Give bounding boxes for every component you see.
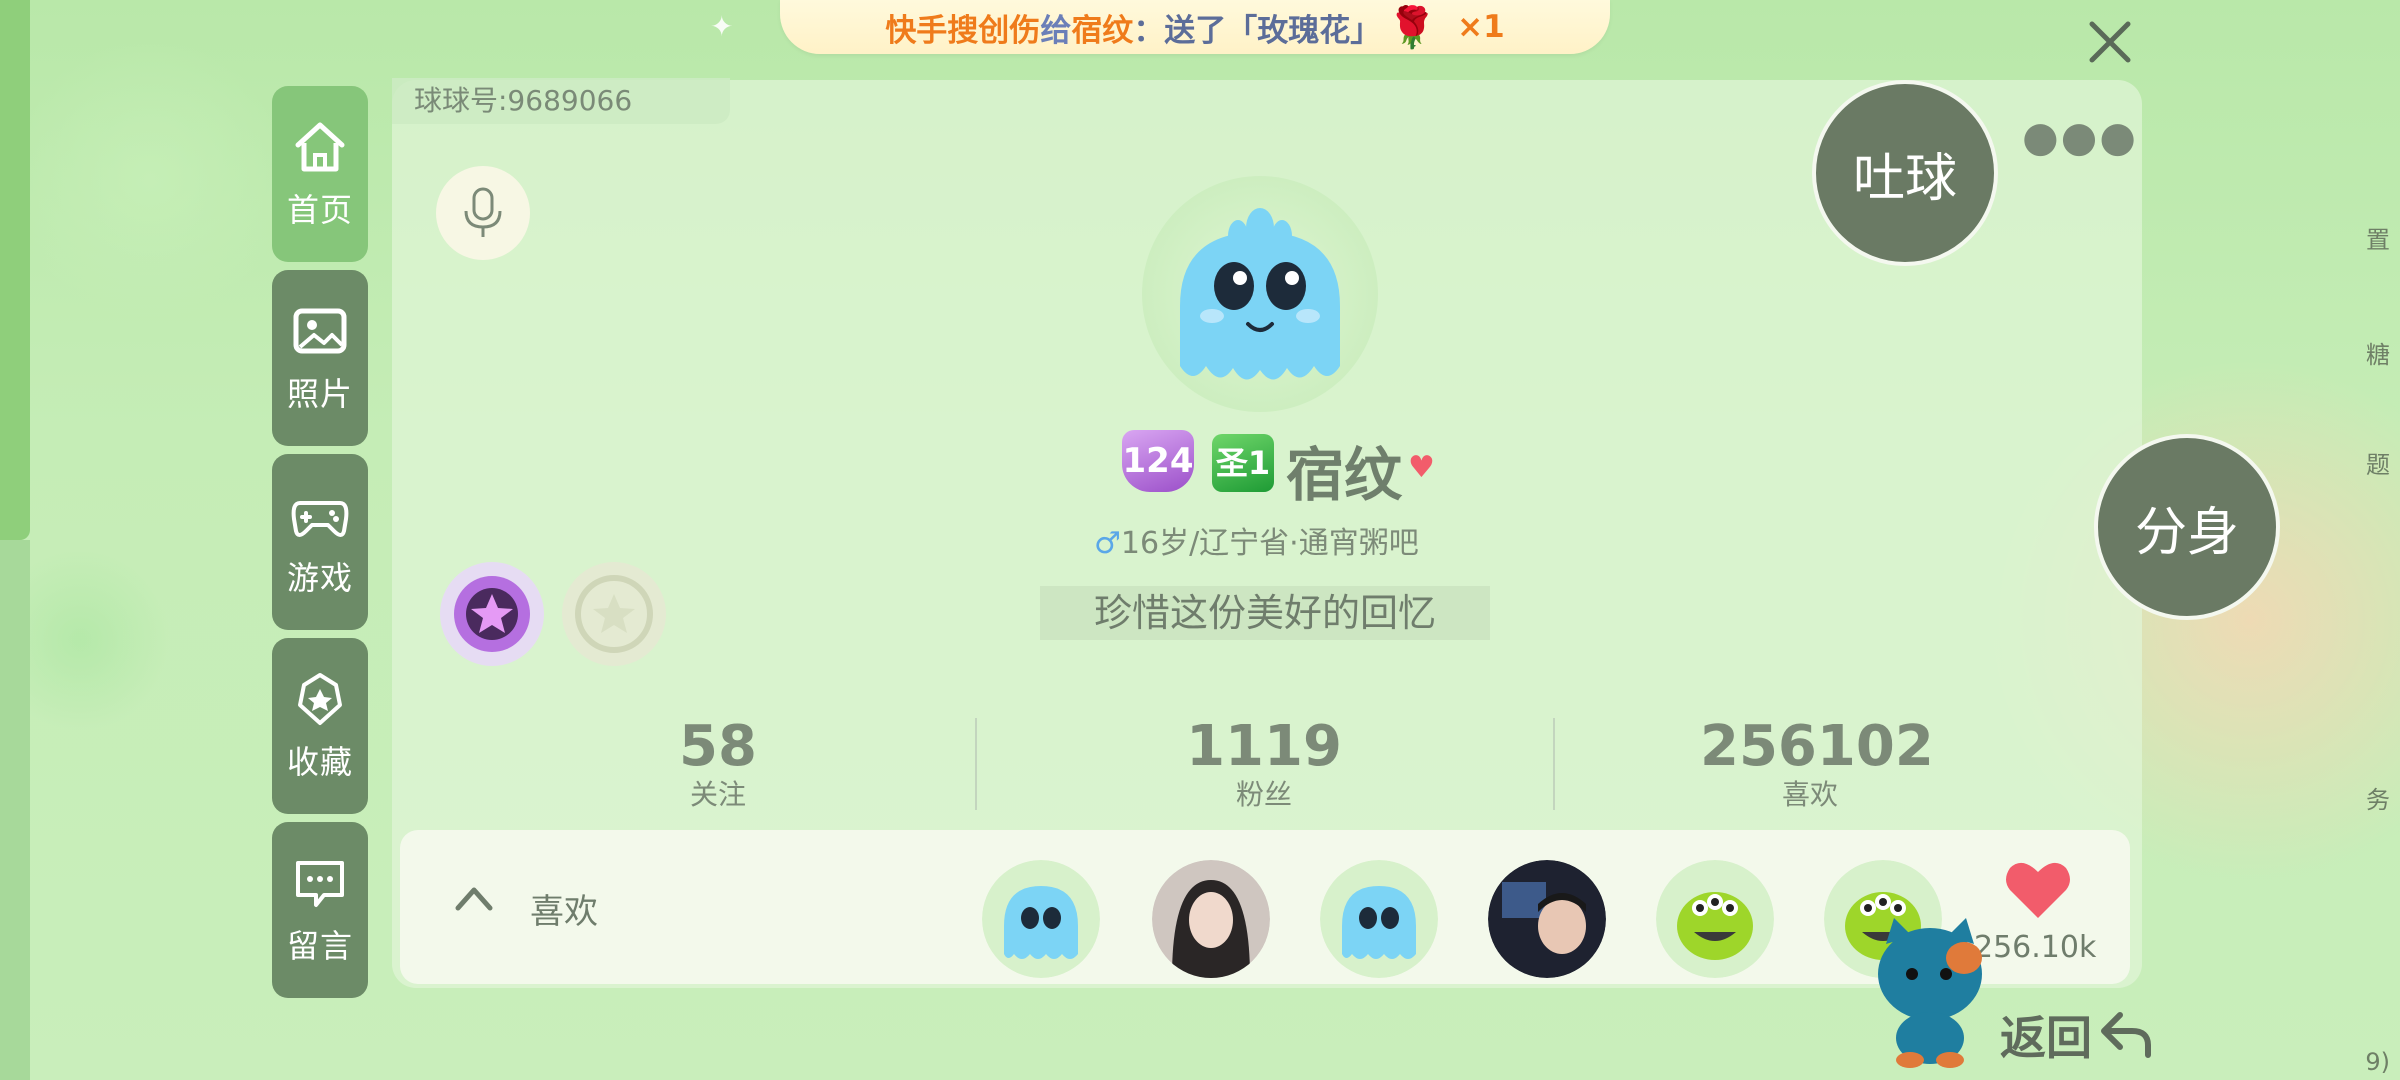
star-medal-icon (454, 576, 530, 652)
sidebar-item-label: 首页 (286, 191, 353, 229)
liker-avatar[interactable] (1152, 860, 1270, 978)
profile-info: ♂16岁/辽宁省·通宵粥吧 (1094, 518, 1419, 562)
divider (975, 718, 977, 810)
medal-badge-locked[interactable] (562, 562, 666, 666)
clone-button[interactable]: 分身 (2094, 434, 2280, 620)
heart-icon (2006, 862, 2070, 918)
sidebar-item-photos[interactable]: 照片 (272, 270, 368, 446)
stat-value: 256102 (1700, 714, 1934, 779)
heart-icon: ♥ (1408, 450, 1435, 485)
voice-button[interactable] (436, 166, 530, 260)
liker-avatar[interactable] (1656, 860, 1774, 978)
background-panel-left-lower (0, 540, 30, 1080)
signature: 珍惜这份美好的回忆 (1040, 586, 1490, 640)
stat-likes[interactable]: 256102 喜欢 (1700, 714, 1934, 812)
medal-badge[interactable] (440, 562, 544, 666)
home-icon (295, 122, 345, 172)
sidebar-item-favorites[interactable]: 收藏 (272, 638, 368, 814)
gift-receiver: 宿纹 (1071, 12, 1134, 49)
rose-icon: 🌹 (1387, 4, 1438, 51)
user-photo-icon (1488, 860, 1606, 978)
sidebar-item-label: 照片 (286, 375, 353, 413)
edge-text: 题 (2366, 451, 2390, 479)
gift-count: ×1 (1457, 9, 1505, 45)
stat-fans[interactable]: 1119 粉丝 (1154, 716, 1374, 812)
locked-medal-icon (575, 575, 653, 653)
user-photo-icon (1152, 860, 1270, 978)
cat-mascot-icon (1860, 910, 2000, 1070)
male-icon: ♂ (1094, 526, 1121, 561)
liker-avatar[interactable] (1488, 860, 1606, 978)
likes-title: 喜欢 (530, 892, 598, 932)
photo-icon (293, 308, 347, 354)
stat-label: 喜欢 (1781, 778, 1838, 811)
divider (1553, 718, 1555, 810)
ball-id: 球球号:9689066 (392, 78, 730, 124)
star-icon (298, 673, 342, 725)
stat-label: 粉丝 (1235, 778, 1292, 811)
level-badge[interactable]: 124 (1122, 430, 1194, 492)
spit-ball-label: 吐球 (1852, 148, 1957, 209)
sidebar-nav: 首页 照片 游戏 收藏 留言 (272, 86, 368, 1006)
liker-avatar[interactable] (982, 860, 1100, 978)
message-icon (296, 861, 344, 907)
edge-text: 置 (2366, 226, 2390, 254)
gift-connector: 给 (1040, 12, 1072, 49)
more-options-button[interactable]: ●●● (2022, 112, 2138, 161)
sidebar-item-label: 游戏 (286, 559, 353, 597)
jellyfish-avatar-icon (982, 860, 1100, 978)
gift-action: ：送了「玫瑰花」 (1133, 12, 1382, 49)
jellyfish-avatar-icon (1180, 208, 1340, 380)
sidebar-item-home[interactable]: 首页 (272, 86, 368, 262)
chevron-up-icon (455, 887, 493, 911)
microphone-icon (464, 187, 502, 237)
stat-label: 关注 (689, 778, 746, 811)
gift-sender: 快手搜创伤 (885, 12, 1041, 49)
gift-notification-banner: 快手搜创伤 给 宿纹 ：送了「玫瑰花」 🌹 ×1 (780, 0, 1610, 54)
liker-avatar[interactable] (1320, 860, 1438, 978)
close-icon (2089, 21, 2131, 63)
back-button[interactable]: 返回 (2000, 1002, 2154, 1068)
background-panel-left (0, 0, 30, 540)
saint-badge[interactable]: 圣1 (1212, 434, 1274, 492)
green-monster-avatar-icon (1656, 860, 1774, 978)
jellyfish-avatar-icon (1320, 860, 1438, 978)
back-arrow-icon (2101, 1012, 2151, 1058)
sidebar-item-messages[interactable]: 留言 (272, 822, 368, 998)
spit-ball-button[interactable]: 吐球 (1812, 80, 1998, 266)
stat-value: 1119 (1186, 714, 1342, 779)
edge-text: 9) (2365, 1048, 2390, 1076)
edge-text: 务 (2366, 786, 2390, 814)
clone-label: 分身 (2134, 502, 2239, 563)
sidebar-item-label: 收藏 (286, 743, 353, 781)
collapse-button[interactable] (452, 878, 496, 928)
gamepad-icon (291, 501, 349, 537)
back-label: 返回 (2000, 1011, 2092, 1065)
sidebar-item-label: 留言 (286, 927, 353, 965)
sidebar-item-games[interactable]: 游戏 (272, 454, 368, 630)
edge-text: 糖 (2366, 341, 2390, 369)
profile-avatar[interactable] (1142, 176, 1378, 412)
sparkle-icon: ✦ (710, 10, 734, 43)
nickname: 宿纹 (1286, 441, 1403, 509)
close-button[interactable] (2082, 14, 2138, 70)
stat-following[interactable]: 58 关注 (608, 716, 828, 812)
stat-value: 58 (679, 714, 757, 779)
like-button[interactable] (2002, 854, 2074, 926)
profile-info-text: 16岁/辽宁省·通宵粥吧 (1120, 526, 1419, 561)
